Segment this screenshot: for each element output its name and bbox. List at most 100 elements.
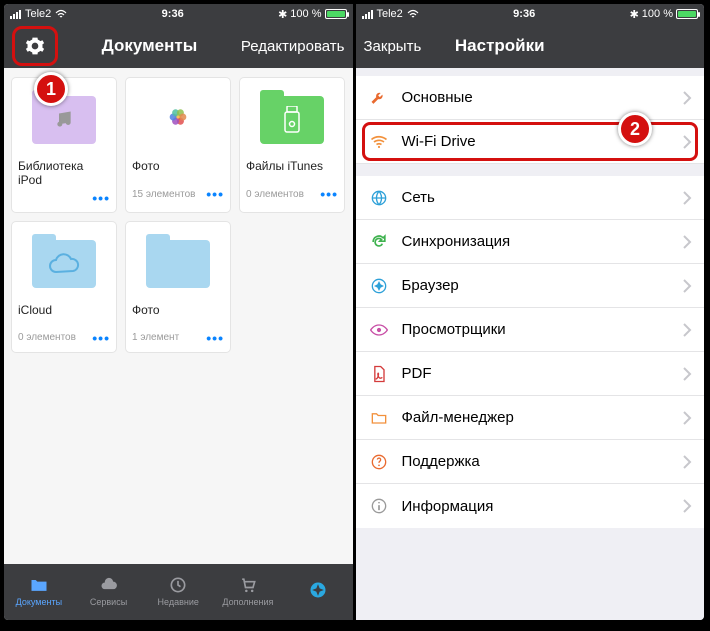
row-label: Синхронизация [402,233,671,250]
more-icon[interactable]: ••• [206,330,224,346]
tab-label: Недавние [158,597,199,607]
settings-row-pdf[interactable]: PDF [356,352,705,396]
page-title: Документы [64,36,235,56]
folder-tile[interactable]: Фото 15 элементов ••• [126,78,230,212]
tab-label: Сервисы [90,597,127,607]
folder-icon [146,240,210,288]
folder-icon [260,96,324,144]
clock-icon [167,575,189,595]
chevron-right-icon [682,191,692,205]
tab-compass[interactable] [290,580,346,602]
settings-list: Основные Wi-Fi Drive 2 Сеть Синхронизаци… [356,68,705,620]
bluetooth-icon: ✱ [630,8,639,21]
tab-clock[interactable]: Недавние [150,575,206,607]
battery-icon [325,9,347,19]
tab-label: Документы [16,597,62,607]
carrier-label: Tele2 [25,8,51,20]
question-icon [368,452,390,472]
folder-tile[interactable]: Файлы iTunes 0 элементов ••• [240,78,344,212]
chevron-right-icon [682,367,692,381]
chevron-right-icon [682,411,692,425]
settings-button[interactable] [12,26,58,66]
gear-icon [25,36,45,56]
more-icon[interactable]: ••• [206,186,224,202]
row-label: Информация [402,498,671,515]
row-label: Поддержка [402,453,671,470]
folder-icon [28,575,50,595]
settings-row-eye[interactable]: Просмотрщики [356,308,705,352]
chevron-right-icon [682,499,692,513]
settings-row-compass[interactable]: Браузер [356,264,705,308]
step-marker-1: 1 [34,72,68,106]
tile-name: Файлы iTunes [240,156,344,186]
row-label: Основные [402,89,671,106]
folder-tile[interactable]: Фото 1 элемент ••• [126,222,230,352]
chevron-right-icon [682,279,692,293]
settings-row-info[interactable]: Информация [356,484,705,528]
bluetooth-icon: ✱ [278,8,287,21]
settings-row-question[interactable]: Поддержка [356,440,705,484]
more-icon[interactable]: ••• [92,190,110,206]
tile-name: Фото [126,156,230,186]
chevron-right-icon [682,235,692,249]
chevron-right-icon [682,455,692,469]
settings-row-globe[interactable]: Сеть [356,176,705,220]
step-marker-2: 2 [618,112,652,146]
battery-icon [676,9,698,19]
status-bar: Tele2 9:36 ✱ 100 % [356,4,705,24]
wifi-icon [407,9,419,19]
documents-grid: Библиотека iPod ••• Фото 15 элементов ••… [4,68,353,564]
tile-subtitle: 0 элементов [246,189,304,200]
folder-icon [32,240,96,288]
chevron-right-icon [682,323,692,337]
carrier-label: Tele2 [377,8,403,20]
battery-label: 100 % [290,8,321,20]
signal-icon [10,10,21,19]
settings-row-refresh[interactable]: Синхронизация [356,220,705,264]
wifi-icon [368,132,390,152]
more-icon[interactable]: ••• [92,330,110,346]
compass-icon [307,580,329,600]
eye-icon [368,320,390,340]
clock-label: 9:36 [71,8,274,20]
tile-subtitle: 15 элементов [132,189,195,200]
photos-icon [165,104,191,130]
chevron-right-icon [682,135,692,149]
globe-icon [368,188,390,208]
tab-folder[interactable]: Документы [11,575,67,607]
row-label: Просмотрщики [402,321,671,338]
signal-icon [362,10,373,19]
refresh-icon [368,232,390,252]
folder-icon [368,408,390,428]
folder-tile[interactable]: iCloud 0 элементов ••• [12,222,116,352]
settings-row-folder[interactable]: Файл-менеджер [356,396,705,440]
compass-icon [368,276,390,296]
tile-name: Фото [126,300,230,330]
tile-subtitle: 0 элементов [18,332,76,343]
status-bar: Tele2 9:36 ✱ 100 % [4,4,353,24]
tab-cloud[interactable]: Сервисы [81,575,137,607]
wrench-icon [368,88,390,108]
tab-label: Дополнения [222,597,273,607]
row-label: Браузер [402,277,671,294]
phone-documents: Tele2 9:36 ✱ 100 % Документы Редактирова… [4,4,353,620]
pdf-icon [368,364,390,384]
tile-name: iCloud [12,300,116,330]
cart-icon [237,575,259,595]
tile-name: Библиотека iPod [12,156,116,190]
cloud-icon [98,575,120,595]
more-icon[interactable]: ••• [320,186,338,202]
info-icon [368,496,390,516]
row-label: Сеть [402,189,671,206]
row-label: Файл-менеджер [402,409,671,426]
battery-label: 100 % [642,8,673,20]
phone-settings: Tele2 9:36 ✱ 100 % Закрыть Настройки Осн… [353,4,705,620]
edit-button[interactable]: Редактировать [241,38,345,55]
page-title: Настройки [394,36,607,56]
tab-cart[interactable]: Дополнения [220,575,276,607]
tab-bar: Документы Сервисы Недавние Дополнения [4,564,353,620]
nav-bar: Документы Редактировать [4,24,353,68]
settings-row-wrench[interactable]: Основные [356,76,705,120]
wifi-icon [55,9,67,19]
clock-label: 9:36 [423,8,626,20]
